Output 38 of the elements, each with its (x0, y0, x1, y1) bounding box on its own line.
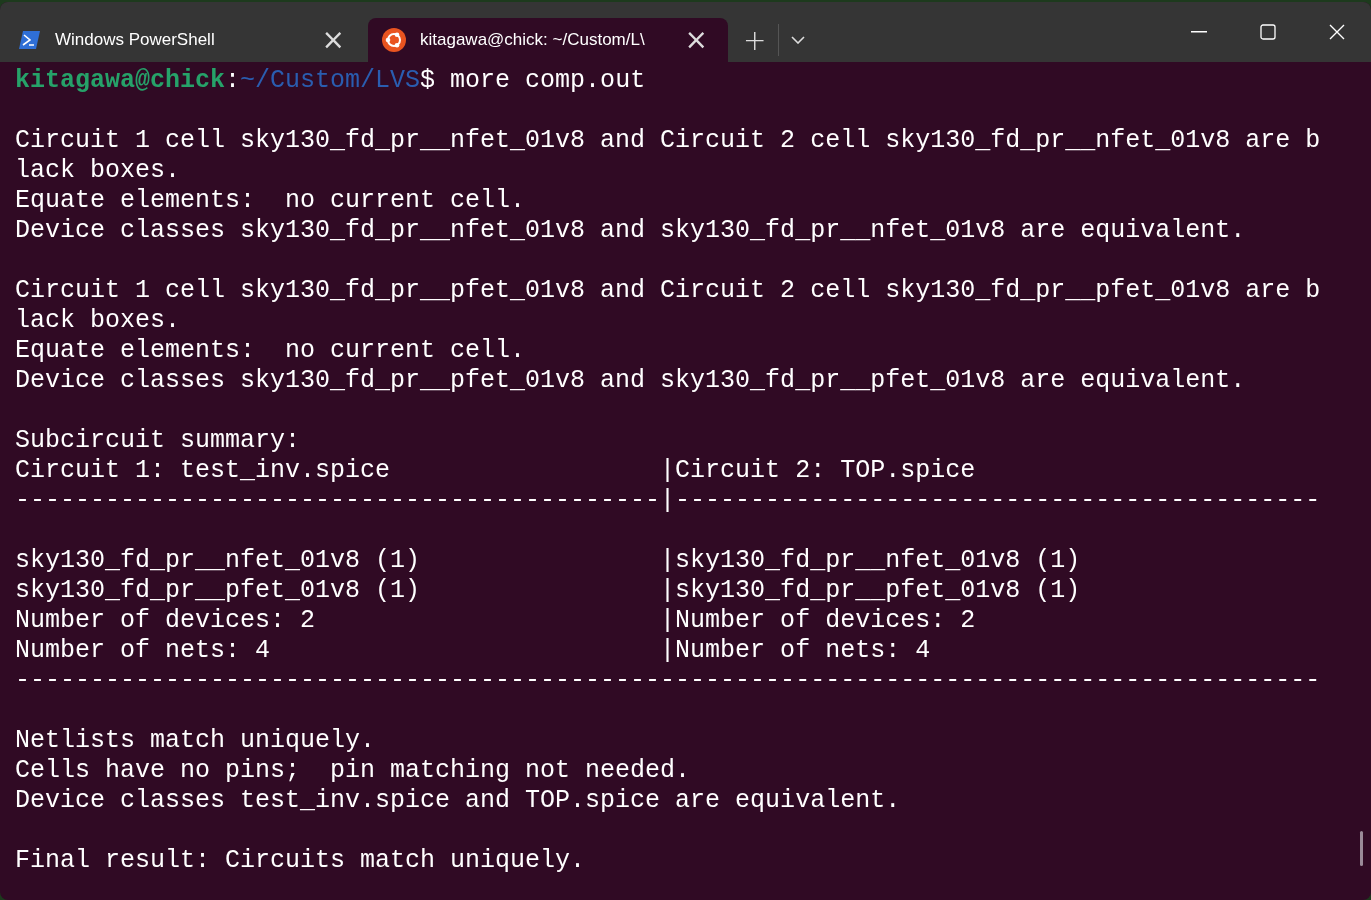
tab-title: kitagawa@chick: ~/Custom/L\ (420, 30, 646, 50)
output-line: Circuit 1: test_inv.spice |Circuit 2: TOP.spice (15, 456, 977, 486)
output-line: --------------------------------------------------------------------------------------- (15, 666, 1322, 696)
output-line: Equate elements: no current cell. (15, 186, 527, 216)
close-tab-button[interactable]: × (317, 26, 349, 54)
output-line: Final result: Circuits match uniquely. (15, 846, 587, 876)
chevron-down-icon (791, 36, 806, 44)
command-text: $ more comp.out (420, 66, 646, 95)
new-tab-button[interactable]: + (731, 18, 779, 62)
output-line: Cells have no pins; pin matching not needed. (15, 756, 692, 786)
scrollbar-thumb[interactable] (1360, 831, 1363, 866)
output-line: Number of nets: 4 |Number of nets: 4 (15, 636, 932, 666)
output-line: lack boxes. (15, 156, 182, 186)
output-line: Device classes sky130_fd_pr__nfet_01v8 and sky130_fd_pr__nfet_01v8 are equivalent. (15, 216, 1247, 246)
prompt-path: ~/Custom/LVS (240, 66, 421, 95)
output-line: -------------------------------------------|------------------------------------------- (15, 486, 1322, 516)
output-line: lack boxes. (15, 306, 182, 336)
terminal-icon (19, 30, 41, 50)
output-line: Number of devices: 2 |Number of devices: 2 (15, 606, 977, 636)
prompt-user-host: kitagawa@chick (15, 66, 226, 95)
output-line: Device classes test_inv.spice and TOP.spice are equivalent. (15, 786, 902, 816)
circle-logo-icon (382, 28, 406, 52)
prompt-separator: : (225, 66, 241, 95)
output-line: Netlists match uniquely. (15, 726, 377, 756)
output-line: Circuit 1 cell sky130_fd_pr__nfet_01v8 and Circuit 2 cell sky130_fd_pr__nfet_01v8 are b (15, 126, 1322, 156)
output-line: Device classes sky130_fd_pr__pfet_01v8 and sky130_fd_pr__pfet_01v8 are equivalent. (15, 366, 1247, 396)
close-tab-button[interactable]: × (680, 26, 712, 54)
maximize-icon (1259, 24, 1276, 40)
output-line: Circuit 1 cell sky130_fd_pr__pfet_01v8 and Circuit 2 cell sky130_fd_pr__pfet_01v8 are b (15, 276, 1322, 306)
output-line: sky130_fd_pr__pfet_01v8 (1) |sky130_fd_pr__pfet_01v8 (1) (15, 576, 1082, 606)
close-icon (1328, 24, 1345, 40)
output-line: Equate elements: no current cell. (15, 336, 527, 366)
tab-title: Windows PowerShell (55, 30, 216, 50)
output-line: Subcircuit summary: (15, 426, 302, 456)
terminal-tab[interactable]: Windows PowerShell × (5, 18, 365, 62)
output-line: sky130_fd_pr__nfet_01v8 (1) |sky130_fd_pr__nfet_01v8 (1) (15, 546, 1082, 576)
minimize-icon (1190, 31, 1207, 33)
terminal-tab[interactable]: kitagawa@chick: ~/Custom/L\ × (368, 18, 728, 62)
